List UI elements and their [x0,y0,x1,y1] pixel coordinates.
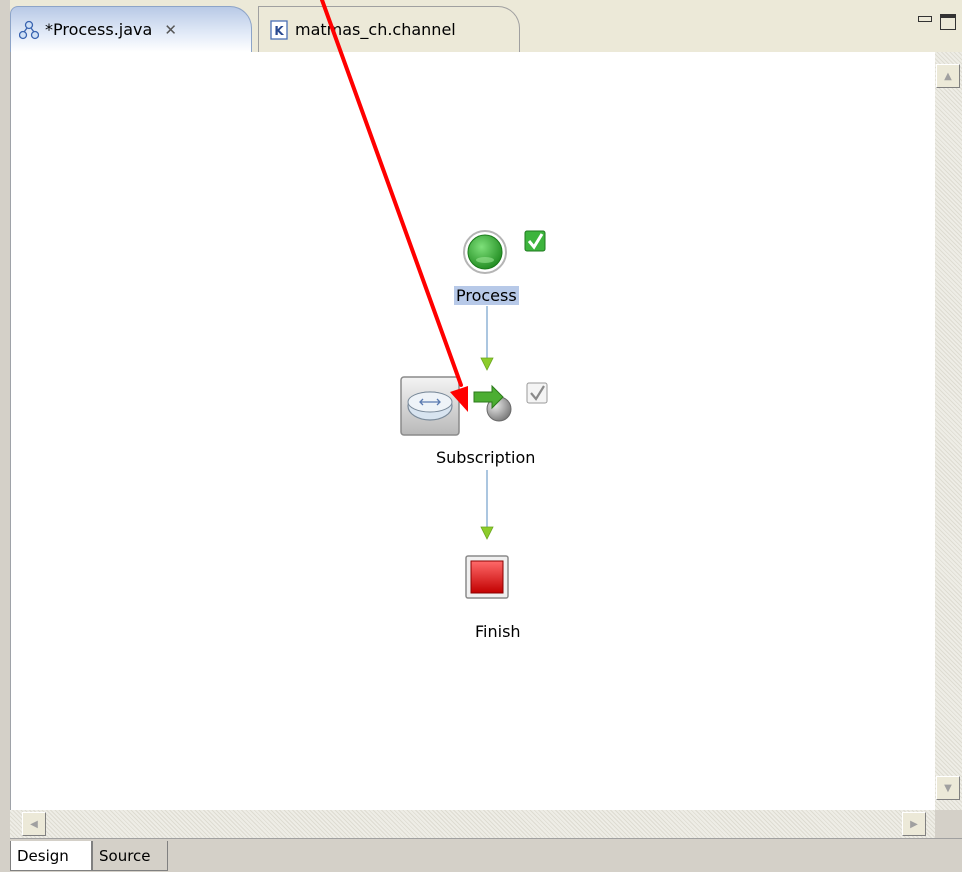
subscription-icon [473,384,512,422]
annotation-arrow [320,0,468,412]
connector-process-subscription [480,306,494,371]
stop-event-icon[interactable] [465,555,509,599]
router-icon[interactable] [400,376,460,436]
connector-subscription-finish [480,470,494,540]
valid-checkmark-icon [526,382,548,404]
diagram-graphics [320,0,548,599]
start-event-icon[interactable] [463,230,507,274]
valid-checkmark-icon [524,230,546,252]
